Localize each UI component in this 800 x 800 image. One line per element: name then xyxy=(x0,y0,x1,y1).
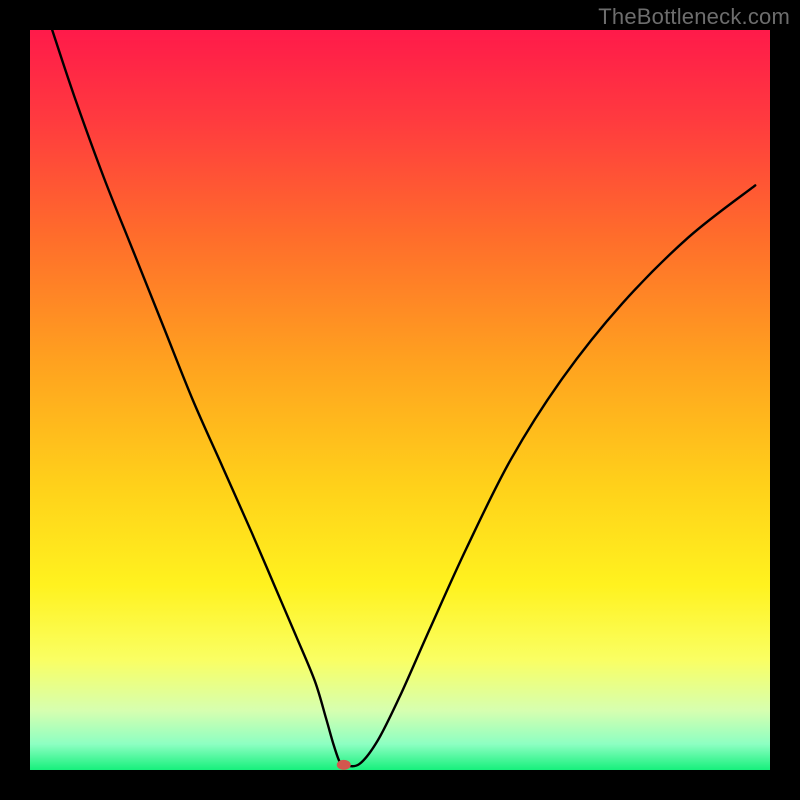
bottleneck-chart xyxy=(30,30,770,770)
minimum-marker xyxy=(337,760,351,770)
plot-background xyxy=(30,30,770,770)
watermark-text: TheBottleneck.com xyxy=(598,4,790,30)
chart-frame: TheBottleneck.com xyxy=(0,0,800,800)
